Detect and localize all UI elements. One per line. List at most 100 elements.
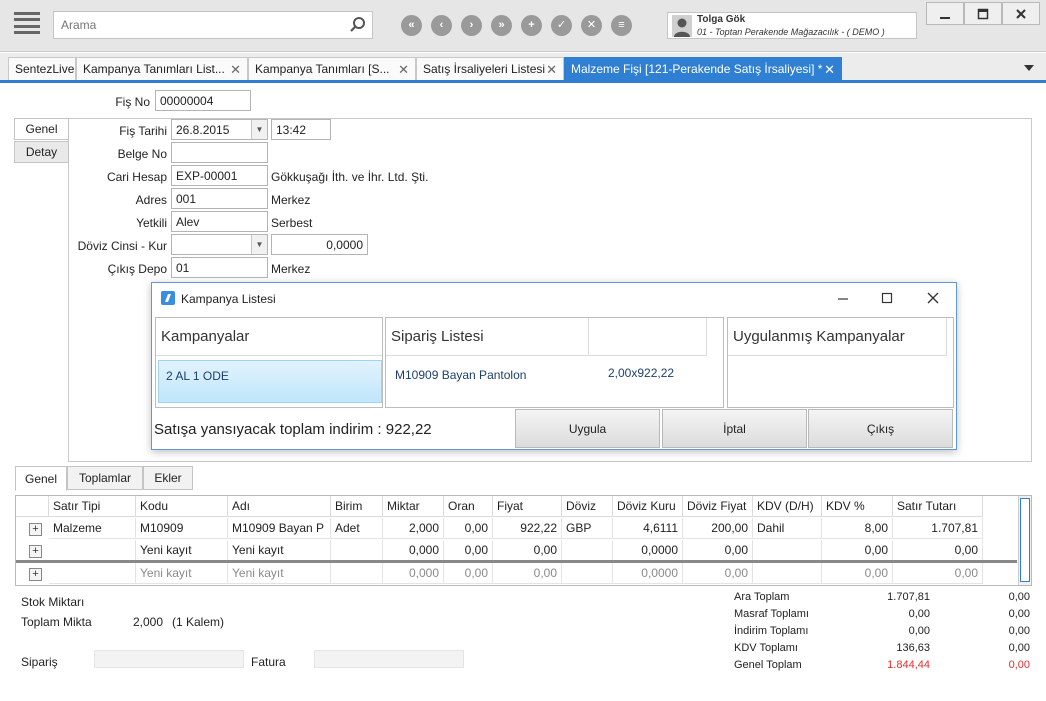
calendar-dropdown-icon[interactable]: ▼ [251, 120, 267, 139]
iptal-button[interactable]: İptal [662, 409, 807, 448]
grid-cell[interactable]: 0,00 [822, 563, 893, 584]
yetkili-field[interactable]: Alev [171, 211, 268, 232]
grid-cell[interactable]: Yeni kayıt [136, 563, 228, 584]
search-icon[interactable] [349, 16, 367, 34]
grid-cell[interactable]: 0,00 [893, 540, 983, 561]
grid-cell[interactable]: M10909 Bayan P [228, 518, 331, 539]
grid-cell[interactable]: Dahil [753, 518, 822, 539]
grid-cell[interactable]: Adet [331, 518, 383, 539]
next-record-icon[interactable]: › [461, 15, 482, 36]
grid-scrollbar[interactable] [1018, 496, 1031, 585]
grid-column-header[interactable]: Miktar [383, 496, 444, 517]
maximize-window-button[interactable] [964, 2, 1002, 25]
close-window-button[interactable] [1002, 2, 1040, 25]
kampanya-list-item[interactable]: 2 AL 1 ODE [158, 360, 382, 403]
close-tab-icon[interactable]: ✕ [824, 62, 835, 78]
grid-cell[interactable]: 0,00 [493, 563, 562, 584]
tab-kampanya-tanimlari-listesi[interactable]: Kampanya Tanımları List... ✕ [76, 57, 248, 80]
grid-cell[interactable]: Yeni kayıt [228, 540, 331, 561]
grid-cell[interactable] [331, 563, 383, 584]
first-record-icon[interactable]: « [401, 15, 422, 36]
uygula-button[interactable]: Uygula [515, 409, 660, 448]
grid-cell[interactable]: 0,00 [444, 518, 493, 539]
add-record-icon[interactable]: + [521, 15, 542, 36]
grid-cell[interactable]: 0,00 [822, 540, 893, 561]
record-menu-icon[interactable]: ≡ [611, 15, 632, 36]
grid-cell[interactable] [49, 540, 136, 561]
tab-kampanya-tanimlari[interactable]: Kampanya Tanımları [S... ✕ [248, 57, 416, 80]
grid-column-header[interactable]: KDV (D/H) [753, 496, 822, 517]
grid-column-header[interactable]: Kodu [136, 496, 228, 517]
grid-cell[interactable]: 2,000 [383, 518, 444, 539]
siparis-item-qty[interactable]: 2,00x922,22 [608, 366, 674, 380]
grid-column-header[interactable]: Satır Tutarı [893, 496, 983, 517]
previous-record-icon[interactable]: ‹ [431, 15, 452, 36]
tab-sentezlive[interactable]: SentezLive [8, 57, 76, 80]
scrollbar-thumb[interactable] [1020, 498, 1030, 582]
cikis-button[interactable]: Çıkış [808, 409, 953, 448]
user-info[interactable]: Tolga Gök 01 - Toptan Perakende Mağazacı… [667, 12, 917, 39]
doviz-cinsi-select[interactable]: ▼ [171, 234, 268, 255]
tab-malzeme-fisi[interactable]: Malzeme Fişi [121-Perakende Satış İrsali… [564, 57, 842, 80]
grid-cell[interactable]: 0,00 [444, 563, 493, 584]
grid-column-header[interactable]: Döviz Kuru [613, 496, 683, 517]
chevron-down-icon[interactable]: ▼ [251, 235, 267, 254]
adres-field[interactable]: 001 [171, 188, 268, 209]
grid-column-header[interactable]: Birim [331, 496, 383, 517]
belge-no-field[interactable] [171, 142, 268, 163]
fis-no-field[interactable]: 00000004 [155, 90, 251, 111]
cancel-record-icon[interactable]: ✕ [581, 15, 602, 36]
grid-cell[interactable]: M10909 [136, 518, 228, 539]
close-tab-icon[interactable]: ✕ [398, 62, 409, 78]
dialog-minimize-button[interactable] [828, 287, 858, 309]
tab-toplamlar[interactable]: Toplamlar [67, 466, 143, 490]
tab-satis-irsaliyeleri-listesi[interactable]: Satış İrsaliyeleri Listesi ✕ [416, 57, 564, 80]
grid-cell[interactable] [753, 563, 822, 584]
dialog-maximize-button[interactable] [872, 287, 902, 309]
grid-column-header[interactable]: Fiyat [493, 496, 562, 517]
grid-cell[interactable]: 200,00 [683, 518, 753, 539]
grid-cell[interactable] [753, 540, 822, 561]
grid-cell[interactable] [331, 540, 383, 561]
grid-column-header[interactable]: KDV % [822, 496, 893, 517]
cari-hesap-field[interactable]: EXP-00001 [171, 165, 268, 186]
grid-cell[interactable]: 8,00 [822, 518, 893, 539]
grid-column-header[interactable]: Döviz Fiyat [683, 496, 753, 517]
grid-cell[interactable]: 1.707,81 [893, 518, 983, 539]
grid-cell[interactable]: 0,00 [683, 563, 753, 584]
grid-cell[interactable]: 0,000 [383, 563, 444, 584]
grid-cell[interactable]: Yeni kayıt [136, 540, 228, 561]
grid-cell[interactable] [49, 563, 136, 584]
search-input[interactable] [54, 12, 334, 38]
grid-cell[interactable]: 0,0000 [613, 540, 683, 561]
expand-row-icon[interactable]: + [29, 568, 42, 581]
side-tab-genel[interactable]: Genel [14, 118, 69, 140]
siparis-field[interactable] [94, 650, 244, 668]
cikis-depo-field[interactable]: 01 [171, 257, 268, 278]
last-record-icon[interactable]: » [491, 15, 512, 36]
expand-row-icon[interactable]: + [29, 545, 42, 558]
side-tab-detay[interactable]: Detay [14, 141, 69, 163]
grid-cell[interactable]: GBP [562, 518, 613, 539]
fis-tarihi-field[interactable]: 26.8.2015 ▼ [171, 119, 268, 140]
grid-cell[interactable] [562, 540, 613, 561]
grid-cell[interactable]: 0,00 [493, 540, 562, 561]
siparis-item-name[interactable]: M10909 Bayan Pantolon [395, 368, 526, 382]
fatura-field[interactable] [314, 650, 464, 668]
grid-cell[interactable] [562, 563, 613, 584]
grid-cell[interactable]: 0,0000 [613, 563, 683, 584]
grid-column-header[interactable]: Oran [444, 496, 493, 517]
dialog-close-button[interactable] [918, 287, 948, 309]
grid-column-header[interactable]: Satır Tipi [49, 496, 136, 517]
fis-saat-field[interactable]: 13:42 [271, 119, 331, 140]
kur-field[interactable]: 0,0000 [271, 234, 368, 255]
grid-cell[interactable]: 0,00 [893, 563, 983, 584]
search-box[interactable] [53, 11, 373, 39]
minimize-window-button[interactable] [926, 2, 964, 25]
expand-row-icon[interactable]: + [29, 523, 42, 536]
save-record-icon[interactable]: ✓ [551, 15, 572, 36]
grid-cell[interactable]: 4,6111 [613, 518, 683, 539]
grid-cell[interactable]: Malzeme [49, 518, 136, 539]
tab-list-dropdown-icon[interactable] [1024, 65, 1034, 71]
close-tab-icon[interactable]: ✕ [546, 62, 557, 78]
